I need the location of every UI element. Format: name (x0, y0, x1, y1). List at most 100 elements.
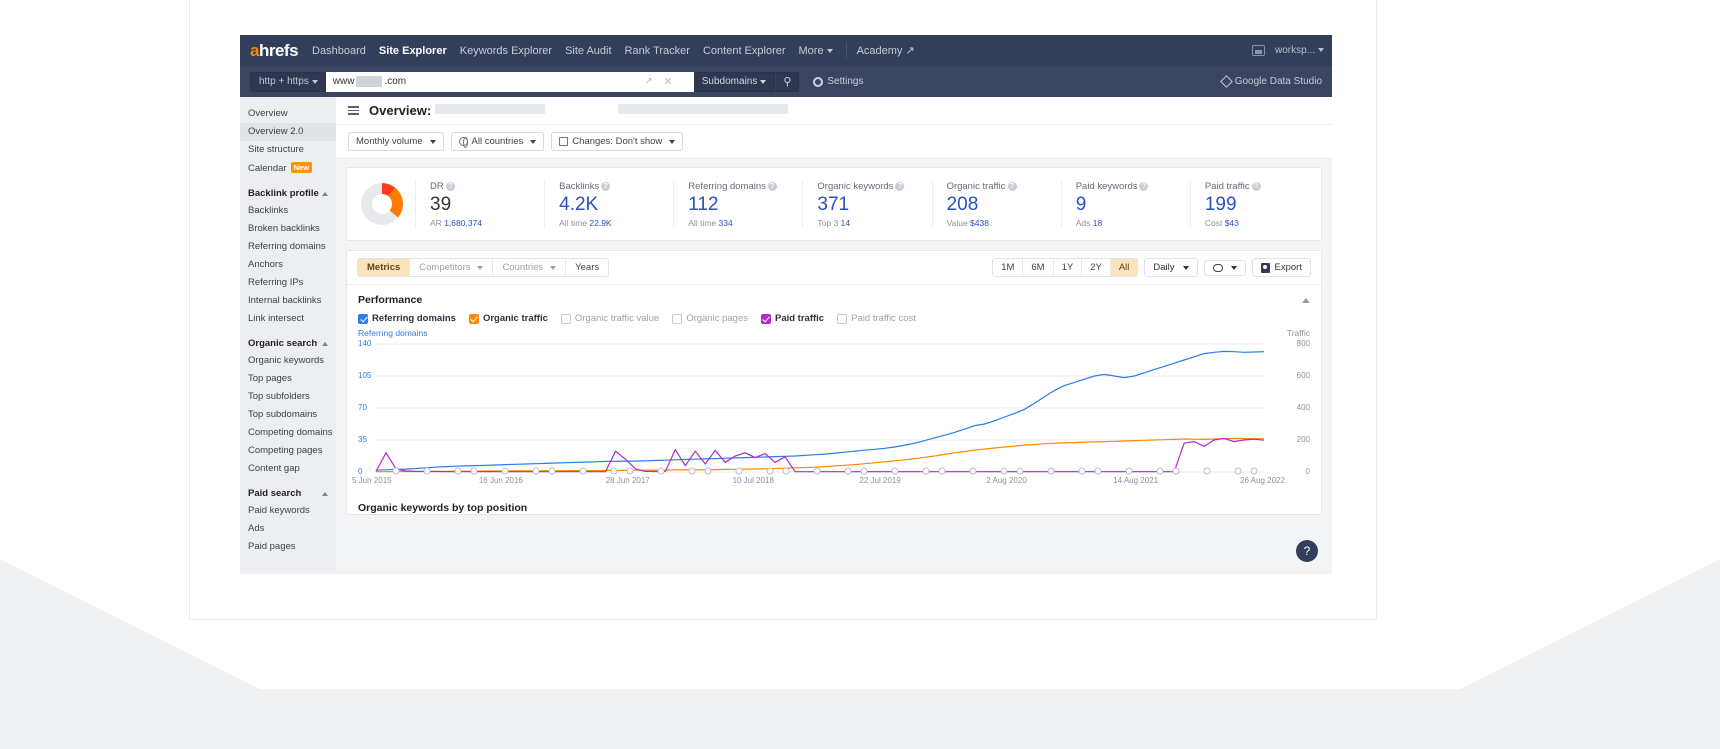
performance-chart[interactable]: 0 35 70 105 140 0 200 400 600 800 5 Jun 2015 16 J… (352, 339, 1310, 492)
annotations-dropdown[interactable] (1203, 259, 1246, 276)
sidebar-item-content-gap[interactable]: Content gap (240, 460, 336, 478)
legend-paid-traffic-cost[interactable]: Paid traffic cost (837, 313, 916, 324)
protocol-dropdown[interactable]: http + https (250, 71, 326, 92)
sidebar-item-top-subfolders[interactable]: Top subfolders (240, 388, 336, 406)
nav-more[interactable]: More (799, 45, 833, 57)
checkbox-icon[interactable] (468, 313, 479, 324)
sidebar-item-label: Paid keywords (248, 505, 310, 516)
filter-monthly-volume[interactable]: Monthly volume (348, 132, 444, 151)
sidebar-item-anchors[interactable]: Anchors (240, 256, 336, 274)
open-external-icon[interactable]: ↗ (644, 76, 652, 87)
settings-button[interactable]: Settings (813, 76, 864, 87)
nav-academy[interactable]: Academy ↗ (857, 44, 915, 57)
help-icon[interactable]: ? (767, 182, 777, 191)
collapse-icon[interactable] (1302, 297, 1310, 303)
sidebar-item-link-intersect[interactable]: Link intersect (240, 310, 336, 328)
legend-paid-traffic[interactable]: Paid traffic (760, 313, 824, 324)
range-1m[interactable]: 1M (993, 259, 1024, 276)
metric-organic-keywords[interactable]: Organic keywords? 371 Top 3 14 (802, 181, 931, 228)
nav-rank-tracker[interactable]: Rank Tracker (625, 45, 690, 57)
help-icon[interactable]: ? (601, 182, 611, 191)
sidebar-item-referring-domains[interactable]: Referring domains (240, 238, 336, 256)
sidebar-item-competing-pages[interactable]: Competing pages (240, 442, 336, 460)
sidebar-item-broken-backlinks[interactable]: Broken backlinks (240, 220, 336, 238)
metric-sub-label: Top 3 (817, 218, 839, 228)
sidebar-item-calendar[interactable]: Calendar New (240, 159, 336, 178)
y-tick-right: 800 (1296, 339, 1310, 348)
nav-site-explorer[interactable]: Site Explorer (379, 45, 447, 57)
legend-organic-traffic-value[interactable]: Organic traffic value (560, 313, 659, 324)
tab-competitors[interactable]: Competitors (410, 259, 494, 276)
sidebar-group-backlink-profile[interactable]: Backlink profile (240, 178, 336, 202)
sidebar-item-paid-keywords[interactable]: Paid keywords (240, 502, 336, 520)
sidebar-item-top-subdomains[interactable]: Top subdomains (240, 406, 336, 424)
help-icon[interactable]: ? (1007, 182, 1017, 191)
tab-label: Competitors (419, 262, 471, 273)
nav-content-explorer[interactable]: Content Explorer (703, 45, 786, 57)
y-tick-left: 105 (358, 371, 372, 380)
metric-paid-keywords[interactable]: Paid keywords? 9 Ads 18 (1060, 181, 1190, 228)
target-input[interactable]: www .com ↗ ✕ (325, 71, 694, 92)
google-data-studio-link[interactable]: Google Data Studio (1219, 75, 1322, 88)
menu-icon[interactable] (348, 106, 359, 115)
target-prefix: www (332, 76, 355, 87)
range-6m[interactable]: 6M (1023, 259, 1054, 276)
help-icon[interactable]: ? (445, 182, 455, 191)
sidebar-item-paid-pages[interactable]: Paid pages (240, 538, 336, 556)
help-button[interactable]: ? (1296, 540, 1318, 562)
help-icon[interactable]: ? (1251, 182, 1261, 191)
legend-referring-domains[interactable]: Referring domains (358, 313, 456, 324)
tab-countries[interactable]: Countries (493, 259, 567, 276)
nav-keywords-explorer[interactable]: Keywords Explorer (460, 45, 552, 57)
help-icon[interactable]: ? (895, 182, 905, 191)
tab-years[interactable]: Years (566, 259, 609, 276)
metric-value: 112 (688, 194, 719, 215)
filter-label: All countries (471, 136, 524, 147)
sidebar-item-organic-keywords[interactable]: Organic keywords (240, 352, 336, 370)
chart-toolbar: Metrics Competitors Countries Years 1M 6… (347, 251, 1321, 285)
metric-backlinks[interactable]: Backlinks? 4.2K All time 22.9K (544, 181, 673, 228)
screen-icon[interactable] (1251, 45, 1265, 56)
sidebar-item-ads[interactable]: Ads (240, 520, 336, 538)
scope-dropdown[interactable]: Subdomains (693, 71, 776, 92)
checkbox-icon[interactable] (760, 313, 771, 324)
export-button[interactable]: Export (1251, 258, 1311, 277)
range-all[interactable]: All (1110, 259, 1138, 276)
sidebar-item-top-pages[interactable]: Top pages (240, 370, 336, 388)
sidebar-item-overview-2[interactable]: Overview 2.0 (240, 123, 336, 141)
sidebar-item-competing-domains[interactable]: Competing domains (240, 424, 336, 442)
clear-input-icon[interactable]: ✕ (664, 75, 673, 88)
nav-site-audit[interactable]: Site Audit (565, 45, 611, 57)
sidebar-item-internal-backlinks[interactable]: Internal backlinks (240, 292, 336, 310)
sidebar-group-organic-search[interactable]: Organic search (240, 328, 336, 352)
sidebar-item-label: Competing pages (248, 445, 323, 456)
granularity-dropdown[interactable]: Daily (1144, 258, 1198, 277)
workspace-selector[interactable]: worksp... (1275, 45, 1324, 56)
nav-dashboard[interactable]: Dashboard (312, 45, 366, 57)
y-tick-right: 200 (1296, 435, 1310, 444)
search-button[interactable]: ⚲ (775, 71, 800, 92)
metric-referring-domains[interactable]: Referring domains? 112 All time 334 (673, 181, 802, 228)
metric-organic-traffic[interactable]: Organic traffic? 208 Value $438 (931, 181, 1061, 228)
filter-changes[interactable]: Changes: Don't show (551, 132, 684, 151)
metric-dr[interactable]: DR? 39 AR 1,680,374 (415, 181, 544, 228)
range-1y[interactable]: 1Y (1053, 259, 1083, 276)
help-icon[interactable]: ? (1139, 182, 1149, 191)
tab-metrics[interactable]: Metrics (358, 259, 411, 276)
checkbox-icon[interactable] (358, 313, 368, 324)
metric-paid-traffic[interactable]: Paid traffic? 199 Cost $43 (1189, 181, 1319, 228)
sidebar-item-referring-ips[interactable]: Referring IPs (240, 274, 336, 292)
checkbox-icon[interactable] (560, 313, 571, 324)
ahrefs-logo[interactable]: aahrefshrefs (250, 41, 299, 61)
legend-organic-traffic[interactable]: Organic traffic (468, 313, 548, 324)
sidebar-item-overview[interactable]: Overview (240, 105, 336, 123)
legend-organic-pages[interactable]: Organic pages (672, 313, 748, 324)
chart-tab-group: Metrics Competitors Countries Years (357, 258, 610, 277)
checkbox-icon[interactable] (837, 313, 848, 324)
checkbox-icon[interactable] (672, 313, 683, 324)
filter-countries[interactable]: All countries (450, 132, 545, 151)
range-2y[interactable]: 2Y (1082, 259, 1111, 276)
sidebar-item-backlinks[interactable]: Backlinks (240, 202, 336, 220)
sidebar-group-paid-search[interactable]: Paid search (240, 478, 336, 502)
sidebar-item-site-structure[interactable]: Site structure (240, 141, 336, 159)
